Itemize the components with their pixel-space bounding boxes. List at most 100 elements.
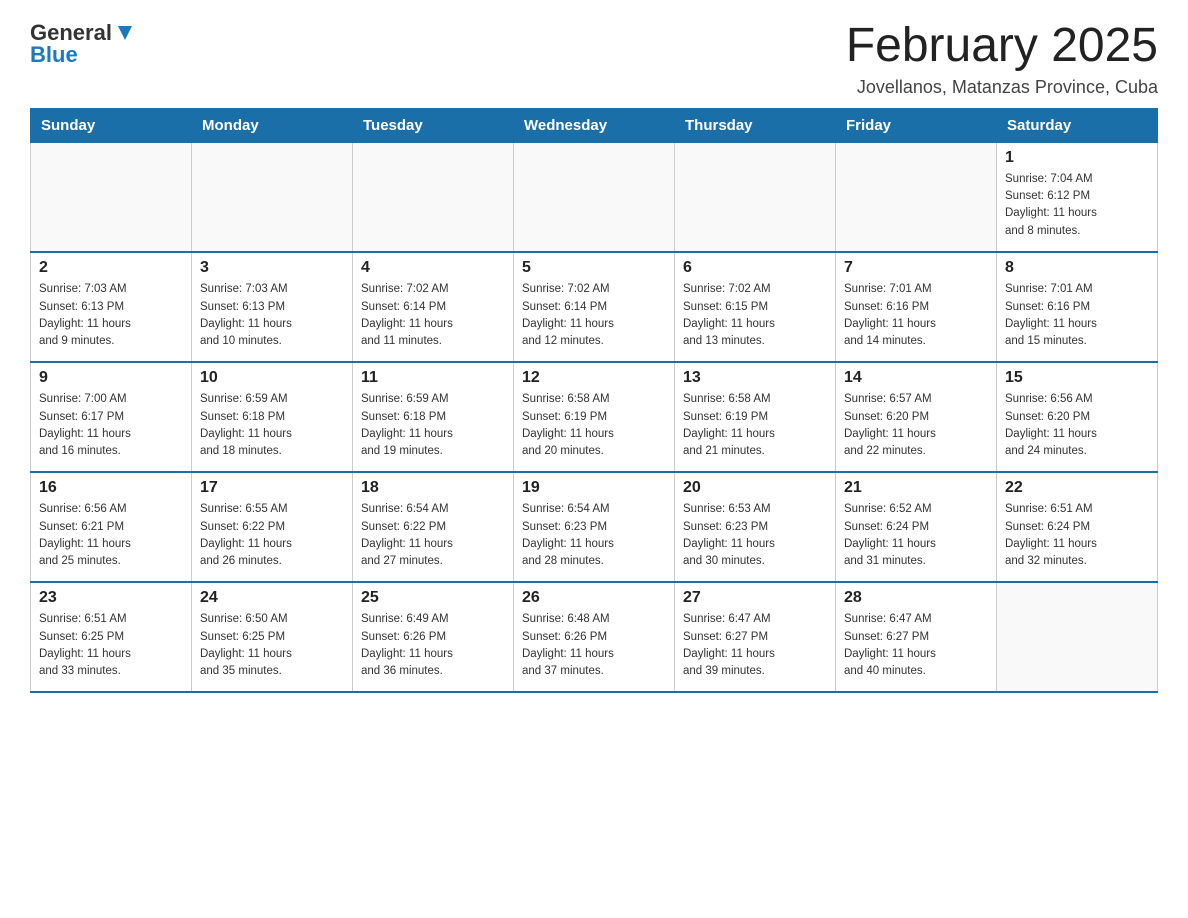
day-info: Sunrise: 6:59 AM Sunset: 6:18 PM Dayligh… [200, 391, 344, 460]
calendar-cell: 17 Sunrise: 6:55 AM Sunset: 6:22 PM Dayli… [192, 472, 353, 582]
day-info: Sunrise: 7:03 AM Sunset: 6:13 PM Dayligh… [200, 281, 344, 350]
day-number: 3 [200, 259, 344, 277]
day-number: 19 [522, 479, 666, 497]
day-number: 5 [522, 259, 666, 277]
day-info: Sunrise: 6:58 AM Sunset: 6:19 PM Dayligh… [522, 391, 666, 460]
calendar-cell [675, 142, 836, 252]
day-info: Sunrise: 7:01 AM Sunset: 6:16 PM Dayligh… [844, 281, 988, 350]
day-number: 26 [522, 589, 666, 607]
calendar-cell [997, 582, 1158, 692]
calendar-header: SundayMondayTuesdayWednesdayThursdayFrid… [31, 108, 1158, 142]
day-info: Sunrise: 6:53 AM Sunset: 6:23 PM Dayligh… [683, 501, 827, 570]
calendar-cell: 24 Sunrise: 6:50 AM Sunset: 6:25 PM Dayli… [192, 582, 353, 692]
calendar-cell: 16 Sunrise: 6:56 AM Sunset: 6:21 PM Dayli… [31, 472, 192, 582]
day-number: 8 [1005, 259, 1149, 277]
calendar-week-2: 2 Sunrise: 7:03 AM Sunset: 6:13 PM Daylig… [31, 252, 1158, 362]
day-number: 23 [39, 589, 183, 607]
logo-triangle-icon [114, 22, 136, 44]
calendar-title: February 2025 [846, 20, 1158, 73]
day-info: Sunrise: 6:55 AM Sunset: 6:22 PM Dayligh… [200, 501, 344, 570]
day-info: Sunrise: 6:59 AM Sunset: 6:18 PM Dayligh… [361, 391, 505, 460]
day-info: Sunrise: 7:02 AM Sunset: 6:14 PM Dayligh… [522, 281, 666, 350]
day-info: Sunrise: 6:49 AM Sunset: 6:26 PM Dayligh… [361, 611, 505, 680]
day-number: 16 [39, 479, 183, 497]
day-number: 2 [39, 259, 183, 277]
day-info: Sunrise: 6:47 AM Sunset: 6:27 PM Dayligh… [844, 611, 988, 680]
day-info: Sunrise: 6:51 AM Sunset: 6:25 PM Dayligh… [39, 611, 183, 680]
day-info: Sunrise: 6:57 AM Sunset: 6:20 PM Dayligh… [844, 391, 988, 460]
day-info: Sunrise: 7:03 AM Sunset: 6:13 PM Dayligh… [39, 281, 183, 350]
calendar-subtitle: Jovellanos, Matanzas Province, Cuba [846, 77, 1158, 98]
day-info: Sunrise: 6:52 AM Sunset: 6:24 PM Dayligh… [844, 501, 988, 570]
calendar-cell: 25 Sunrise: 6:49 AM Sunset: 6:26 PM Dayli… [353, 582, 514, 692]
day-info: Sunrise: 6:47 AM Sunset: 6:27 PM Dayligh… [683, 611, 827, 680]
calendar-cell: 6 Sunrise: 7:02 AM Sunset: 6:15 PM Daylig… [675, 252, 836, 362]
calendar-cell: 28Sunrise: 6:47 AM Sunset: 6:27 PM Dayli… [836, 582, 997, 692]
calendar-cell: 5 Sunrise: 7:02 AM Sunset: 6:14 PM Daylig… [514, 252, 675, 362]
calendar-cell: 3 Sunrise: 7:03 AM Sunset: 6:13 PM Daylig… [192, 252, 353, 362]
day-info: Sunrise: 6:56 AM Sunset: 6:20 PM Dayligh… [1005, 391, 1149, 460]
calendar-cell [31, 142, 192, 252]
day-info: Sunrise: 6:50 AM Sunset: 6:25 PM Dayligh… [200, 611, 344, 680]
day-number: 4 [361, 259, 505, 277]
title-block: February 2025 Jovellanos, Matanzas Provi… [846, 20, 1158, 98]
day-number: 15 [1005, 369, 1149, 387]
calendar-cell: 4 Sunrise: 7:02 AM Sunset: 6:14 PM Daylig… [353, 252, 514, 362]
calendar-cell: 20 Sunrise: 6:53 AM Sunset: 6:23 PM Dayli… [675, 472, 836, 582]
day-number: 1 [1005, 149, 1149, 167]
day-number: 10 [200, 369, 344, 387]
day-info: Sunrise: 7:02 AM Sunset: 6:15 PM Dayligh… [683, 281, 827, 350]
calendar-cell: 21 Sunrise: 6:52 AM Sunset: 6:24 PM Dayli… [836, 472, 997, 582]
day-info: Sunrise: 7:01 AM Sunset: 6:16 PM Dayligh… [1005, 281, 1149, 350]
calendar-week-1: 1Sunrise: 7:04 AM Sunset: 6:12 PM Daylig… [31, 142, 1158, 252]
calendar-cell: 26Sunrise: 6:48 AM Sunset: 6:26 PM Dayli… [514, 582, 675, 692]
calendar-cell: 13 Sunrise: 6:58 AM Sunset: 6:19 PM Dayli… [675, 362, 836, 472]
day-number: 14 [844, 369, 988, 387]
calendar-cell: 27 Sunrise: 6:47 AM Sunset: 6:27 PM Dayli… [675, 582, 836, 692]
logo: General Blue [30, 20, 136, 68]
calendar-week-4: 16 Sunrise: 6:56 AM Sunset: 6:21 PM Dayli… [31, 472, 1158, 582]
day-number: 6 [683, 259, 827, 277]
calendar-cell: 12 Sunrise: 6:58 AM Sunset: 6:19 PM Dayli… [514, 362, 675, 472]
day-info: Sunrise: 7:02 AM Sunset: 6:14 PM Dayligh… [361, 281, 505, 350]
calendar-cell: 7 Sunrise: 7:01 AM Sunset: 6:16 PM Daylig… [836, 252, 997, 362]
calendar-header-monday: Monday [192, 108, 353, 142]
calendar-cell: 18 Sunrise: 6:54 AM Sunset: 6:22 PM Dayli… [353, 472, 514, 582]
day-number: 13 [683, 369, 827, 387]
calendar-cell: 8 Sunrise: 7:01 AM Sunset: 6:16 PM Daylig… [997, 252, 1158, 362]
calendar-header-thursday: Thursday [675, 108, 836, 142]
day-number: 18 [361, 479, 505, 497]
calendar-header-sunday: Sunday [31, 108, 192, 142]
day-number: 22 [1005, 479, 1149, 497]
day-number: 7 [844, 259, 988, 277]
day-number: 27 [683, 589, 827, 607]
calendar-header-saturday: Saturday [997, 108, 1158, 142]
calendar-table: SundayMondayTuesdayWednesdayThursdayFrid… [30, 108, 1158, 694]
day-number: 11 [361, 369, 505, 387]
calendar-week-5: 23 Sunrise: 6:51 AM Sunset: 6:25 PM Dayli… [31, 582, 1158, 692]
day-info: Sunrise: 7:00 AM Sunset: 6:17 PM Dayligh… [39, 391, 183, 460]
day-number: 17 [200, 479, 344, 497]
calendar-cell: 23 Sunrise: 6:51 AM Sunset: 6:25 PM Dayli… [31, 582, 192, 692]
day-number: 25 [361, 589, 505, 607]
day-number: 21 [844, 479, 988, 497]
calendar-cell [836, 142, 997, 252]
day-info: Sunrise: 6:54 AM Sunset: 6:22 PM Dayligh… [361, 501, 505, 570]
calendar-cell: 2 Sunrise: 7:03 AM Sunset: 6:13 PM Daylig… [31, 252, 192, 362]
day-number: 24 [200, 589, 344, 607]
day-number: 12 [522, 369, 666, 387]
day-info: Sunrise: 6:56 AM Sunset: 6:21 PM Dayligh… [39, 501, 183, 570]
calendar-cell: 10 Sunrise: 6:59 AM Sunset: 6:18 PM Dayli… [192, 362, 353, 472]
page-header: General Blue February 2025 Jovellanos, M… [30, 20, 1158, 98]
calendar-header-tuesday: Tuesday [353, 108, 514, 142]
calendar-cell: 1Sunrise: 7:04 AM Sunset: 6:12 PM Daylig… [997, 142, 1158, 252]
calendar-header-friday: Friday [836, 108, 997, 142]
day-info: Sunrise: 6:58 AM Sunset: 6:19 PM Dayligh… [683, 391, 827, 460]
day-number: 9 [39, 369, 183, 387]
day-number: 20 [683, 479, 827, 497]
calendar-cell: 11 Sunrise: 6:59 AM Sunset: 6:18 PM Dayli… [353, 362, 514, 472]
calendar-header-wednesday: Wednesday [514, 108, 675, 142]
calendar-cell [514, 142, 675, 252]
day-info: Sunrise: 6:54 AM Sunset: 6:23 PM Dayligh… [522, 501, 666, 570]
calendar-cell: 9 Sunrise: 7:00 AM Sunset: 6:17 PM Daylig… [31, 362, 192, 472]
